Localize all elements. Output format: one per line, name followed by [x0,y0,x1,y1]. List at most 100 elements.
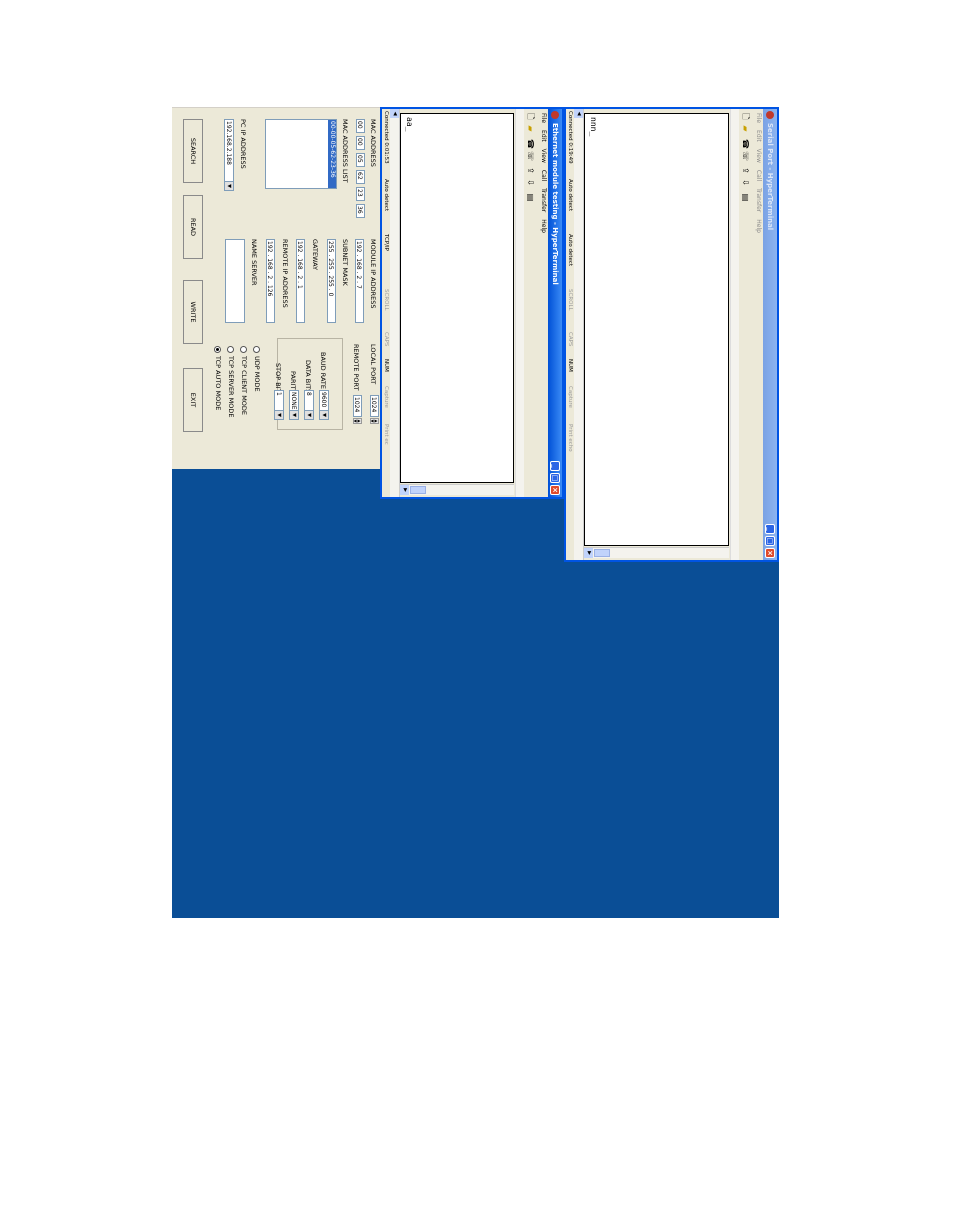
mac-octet-1[interactable]: 00 [356,119,365,133]
dropdown-arrow-icon[interactable]: ▼ [320,410,328,419]
module-ip-octet: 7 [355,284,362,289]
parity-select[interactable]: NONE ▼ [289,390,299,420]
scroll-arrow-icon[interactable]: ▶ [400,485,409,495]
connect-phone-icon[interactable]: ☎ [741,139,750,149]
data-bits-label: DATA BITS [304,360,312,394]
local-port-field[interactable]: 1024 [370,395,379,417]
mac-address-list[interactable]: 00-00-05-62-23-36 [265,119,337,189]
scrollbar-thumb[interactable] [410,486,426,494]
exit-button[interactable]: EXIT [183,368,203,432]
remote-ip-field[interactable]: 192 . 168 . 2 . 126 [266,239,275,323]
remote-port-field[interactable]: 1024 [353,395,362,417]
close-icon[interactable]: × [765,548,775,558]
dropdown-arrow-icon[interactable]: ▼ [305,410,313,419]
connect-phone-icon[interactable]: ☎ [526,139,535,149]
scroll-left-icon[interactable]: ◀ [390,109,399,118]
menu-transfer[interactable]: Transfer [540,188,547,212]
radio-tcp-client-mode[interactable]: TCP CLIENT MODE [240,346,248,415]
new-file-icon[interactable]: 🗋 [526,112,535,121]
radio-tcp-server-mode[interactable]: TCP SERVER MODE [227,346,235,417]
window-titlebar[interactable]: Serial Port - HyperTerminal _ □ × [763,109,777,560]
disconnect-icon[interactable]: ☏ [526,151,535,161]
mac-octet-2[interactable]: 00 [356,136,365,150]
menu-call[interactable]: Call [755,170,762,181]
window-title: Ethernet module testing - HyperTerminal [551,123,559,285]
baud-rate-value: 9600 [320,392,327,408]
menu-help[interactable]: Help [540,219,547,233]
subnet-field[interactable]: 255 . 255 . 255 . 0 [327,239,336,323]
terminal-area[interactable]: nnn_ [584,113,729,546]
menu-file[interactable]: File [755,113,762,123]
status-protocol: TCP/IP [383,234,389,251]
status-detect: Auto detect [567,179,573,212]
stop-bits-select[interactable]: 1 ▼ [274,390,284,420]
subnet-octet: 255 [327,241,334,253]
dropdown-arrow-icon[interactable]: ▼ [275,410,283,419]
scroll-arrow-icon[interactable]: ▶ [584,548,593,558]
menu-transfer[interactable]: Transfer [755,188,762,212]
open-folder-icon[interactable]: ▰ [741,124,750,133]
module-ip-label: MODULE IP ADDRESS [369,239,377,309]
dropdown-arrow-icon[interactable]: ▼ [290,410,298,419]
write-button[interactable]: WRITE [183,280,203,344]
menu-view[interactable]: View [540,149,547,163]
menu-view[interactable]: View [755,149,762,163]
status-connected: Connected 0:19:49 [567,111,573,164]
read-button[interactable]: READ [183,195,203,259]
subnet-label: SUBNET MASK [341,239,349,286]
close-icon[interactable]: × [550,485,560,495]
radio-label: UDP MODE [253,356,261,392]
name-server-field[interactable] [225,239,245,323]
menu-call[interactable]: Call [540,170,547,181]
menu-edit[interactable]: Edit [755,130,762,142]
menu-help[interactable]: Help [755,219,762,233]
properties-icon[interactable]: ▤ [526,193,535,202]
remote-port-spinner[interactable]: ▲ ▼ [353,418,362,424]
horizontal-scrollbar[interactable]: ◀ [574,109,584,560]
minimize-icon[interactable]: _ [550,461,560,471]
data-bits-select[interactable]: 8 ▼ [304,390,314,420]
vertical-scrollbar[interactable]: ▶ [584,547,729,558]
send-file-icon[interactable]: ⇪ [526,166,535,175]
dropdown-arrow-icon[interactable]: ▼ [225,181,233,190]
parity-value: NONE [290,392,297,410]
scroll-left-icon[interactable]: ◀ [574,109,583,118]
mac-octet-4[interactable]: 62 [356,170,365,184]
pc-ip-select[interactable]: 192.168.2.188 ▼ [224,119,234,191]
module-ip-field[interactable]: 192 . 168 . 2 . 7 [355,239,364,323]
baud-rate-select[interactable]: 9600 ▼ [319,390,329,420]
pc-ip-label: PC IP ADDRESS [239,119,247,169]
mac-octet-5[interactable]: 23 [356,187,365,201]
top-scrollbar[interactable] [515,109,524,497]
mac-octet-3[interactable]: 05 [356,153,365,167]
open-folder-icon[interactable]: ▰ [526,124,535,133]
gateway-field[interactable]: 192 . 168 . 2 . 1 [296,239,305,323]
disconnect-icon[interactable]: ☏ [741,151,750,161]
terminal-area[interactable]: aa_ [400,113,514,483]
local-port-spinner[interactable]: ▲ ▼ [370,418,379,424]
properties-icon[interactable]: ▤ [741,193,750,202]
menu-edit[interactable]: Edit [540,130,547,142]
menu-file[interactable]: File [540,113,547,123]
horizontal-scrollbar[interactable]: ◀ [390,109,400,497]
local-port-label: LOCAL PORT [369,344,377,385]
search-button[interactable]: SEARCH [183,119,203,183]
scrollbar-thumb[interactable] [594,549,610,557]
vertical-scrollbar[interactable]: ▶ [400,484,514,495]
status-detect: Auto detect [383,179,389,212]
send-file-icon[interactable]: ⇪ [741,166,750,175]
radio-udp-mode[interactable]: UDP MODE [253,346,261,392]
new-file-icon[interactable]: 🗋 [741,112,750,121]
mac-list-item[interactable]: 00-00-05-62-23-36 [328,120,336,188]
module-ip-octet: 2 [355,275,362,280]
window-titlebar[interactable]: Ethernet module testing - HyperTerminal … [548,109,562,497]
minimize-icon[interactable]: _ [765,524,775,534]
mac-octet-6[interactable]: 36 [356,204,365,218]
receive-file-icon[interactable]: ⇩ [526,178,535,187]
top-scrollbar[interactable] [730,109,739,560]
receive-file-icon[interactable]: ⇩ [741,178,750,187]
maximize-icon[interactable]: □ [765,536,775,546]
status-capture: Capture [567,386,573,408]
radio-tcp-auto-mode[interactable]: TCP AUTO MODE [214,346,222,410]
maximize-icon[interactable]: □ [550,473,560,483]
